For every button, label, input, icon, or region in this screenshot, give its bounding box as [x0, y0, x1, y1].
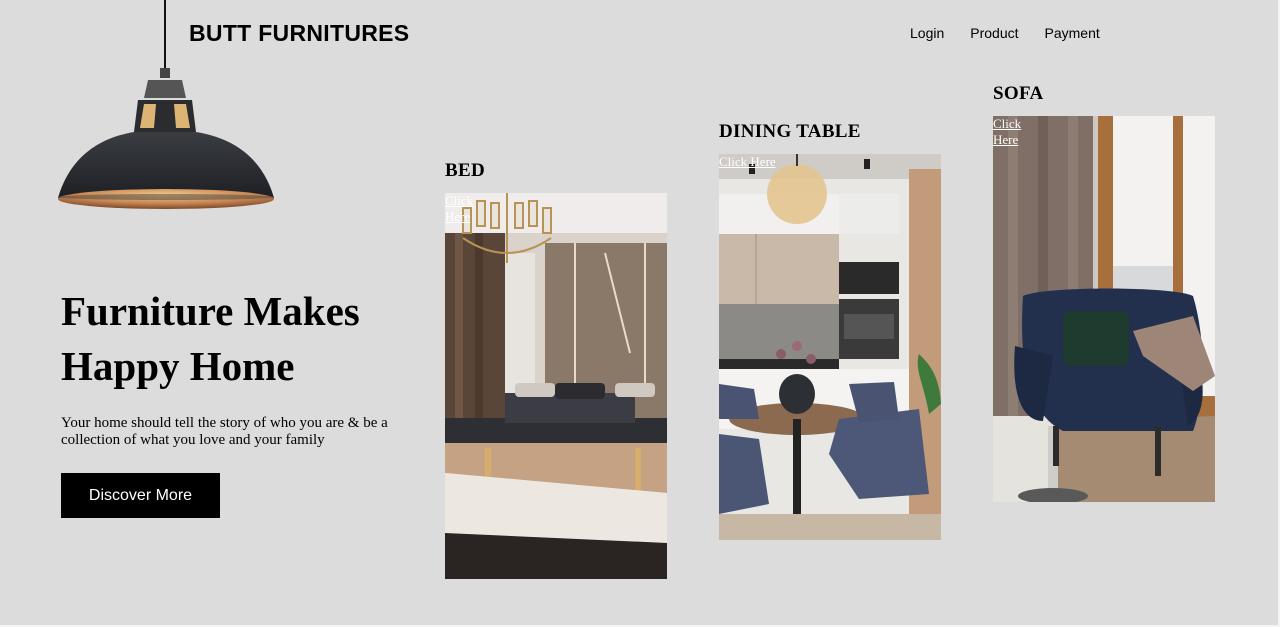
- product-link-bed[interactable]: Click Here: [445, 193, 485, 225]
- product-link-dining-table[interactable]: Click Here: [719, 154, 776, 170]
- pendant-lamp-image: [58, 0, 274, 209]
- product-title-bed: BED: [445, 160, 485, 181]
- product-card-dining-table: DINING TABLE Click Here: [719, 121, 941, 540]
- hero-title-line1: Furniture Makes: [61, 288, 360, 334]
- hero-title: Furniture Makes Happy Home: [61, 284, 401, 394]
- product-title-dining-table: DINING TABLE: [719, 121, 861, 142]
- nav-login[interactable]: Login: [910, 25, 944, 41]
- top-nav: Login Product Payment: [910, 25, 1126, 41]
- hero-subtitle-line1: Your home should tell the story of who y…: [61, 415, 388, 431]
- discover-more-button[interactable]: Discover More: [61, 473, 220, 518]
- product-card-sofa: SOFA Click Here: [993, 83, 1215, 502]
- nav-product[interactable]: Product: [970, 25, 1018, 41]
- sofa-image[interactable]: [993, 116, 1215, 502]
- dining-table-image[interactable]: [719, 154, 941, 540]
- hero-title-line2: Happy Home: [61, 343, 295, 389]
- bed-image[interactable]: [445, 193, 667, 579]
- product-title-sofa: SOFA: [993, 83, 1044, 104]
- hero-subtitle: Your home should tell the story of who y…: [61, 415, 391, 449]
- product-link-sofa[interactable]: Click Here: [993, 116, 1043, 148]
- product-card-bed: BED Click Here: [445, 160, 667, 579]
- nav-payment[interactable]: Payment: [1045, 25, 1100, 41]
- hero-subtitle-line2: collection of what you love and your fam…: [61, 432, 325, 448]
